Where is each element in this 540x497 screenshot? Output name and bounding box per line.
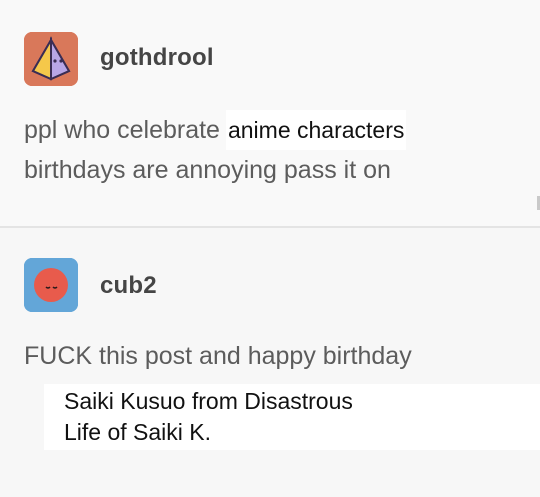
pyramid-icon — [24, 32, 78, 86]
post-body: ppl who celebrate anime characters birthd… — [24, 110, 407, 190]
post-line-1: ppl who celebrate anime characters — [24, 110, 407, 150]
caption-box: Saiki Kusuo from Disastrous Life of Saik… — [44, 384, 540, 450]
username[interactable]: cub2 — [100, 272, 157, 300]
post-body: FUCK this post and happy birthday — [24, 342, 412, 370]
post-gothdrool: gothdrool ppl who celebrate anime charact… — [0, 0, 540, 226]
caption-line-1: Saiki Kusuo from Disastrous — [64, 388, 353, 414]
overlay-text-box: anime characters — [225, 110, 407, 150]
avatar-gothdrool[interactable] — [24, 32, 78, 86]
moon-face-icon — [24, 258, 78, 312]
username[interactable]: gothdrool — [100, 44, 214, 72]
post-cub2: cub2 FUCK this post and happy birthday S… — [0, 228, 540, 497]
caption-line-2: Life of Saiki K. — [64, 419, 212, 445]
avatar-cub2[interactable] — [24, 258, 78, 312]
post-text-start: ppl who celebrate — [24, 116, 220, 144]
post-line-2: birthdays are annoying pass it on — [24, 156, 391, 184]
